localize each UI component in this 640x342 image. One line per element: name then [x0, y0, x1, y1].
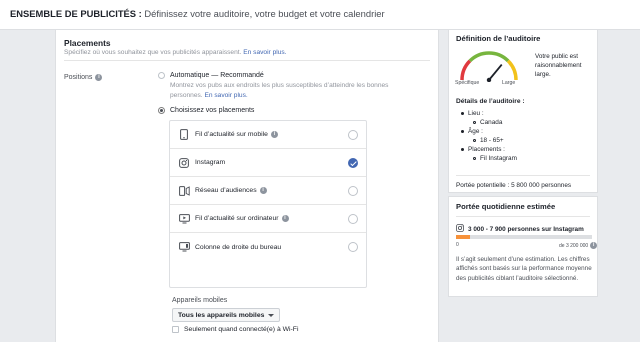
section-divider [64, 60, 430, 61]
location-item: Lieu : [461, 110, 484, 117]
card-divider [456, 175, 590, 176]
info-icon[interactable]: i [590, 242, 598, 249]
learn-more-link[interactable]: En savoir plus. [243, 49, 286, 56]
wifi-label: Seulement quand connecté(e) à Wi-Fi [184, 326, 299, 333]
info-icon[interactable]: i [281, 215, 289, 222]
instagram-icon [178, 157, 190, 169]
age-item: Âge : [461, 128, 483, 135]
automatic-label: Automatique — Recommandé [170, 72, 264, 79]
info-icon[interactable]: i [270, 131, 278, 138]
placement-row-instagram[interactable]: Instagram [170, 149, 366, 177]
right-column-icon [178, 241, 190, 253]
bar-max-label: de 3 200 000 i [559, 242, 598, 249]
placements-subtitle: Spécifiez où vous souhaitez que vos publ… [64, 49, 287, 56]
choose-radio[interactable] [158, 107, 165, 114]
mobile-devices-select[interactable]: Tous les appareils mobiles [172, 308, 281, 322]
placement-checkbox[interactable] [348, 158, 358, 168]
wifi-only-option[interactable]: Seulement quand connecté(e) à Wi-Fi [172, 326, 298, 333]
placement-checkbox[interactable] [348, 186, 358, 196]
potential-reach: Portée potentielle : 5 800 000 personnes [456, 182, 572, 189]
ad-set-label: ENSEMBLE DE PUBLICITÉS : [10, 8, 142, 19]
daily-reach-bar-fill [456, 235, 470, 239]
desktop-icon [178, 213, 190, 225]
wifi-checkbox[interactable] [172, 326, 179, 333]
choose-placements-option[interactable]: Choisissez vos placements [158, 107, 254, 114]
gauge-description: Votre public est raisonnablement large. [535, 53, 582, 78]
info-icon[interactable]: i [259, 187, 267, 194]
placement-checkbox[interactable] [348, 242, 358, 252]
automatic-learn-more-link[interactable]: En savoir plus. [204, 92, 247, 99]
audience-details-title: Détails de l’auditoire : [456, 98, 525, 105]
instagram-icon [456, 224, 464, 234]
estimate-disclaimer: Il s’agit seulement d’une estimation. Le… [456, 256, 592, 282]
age-value: 18 - 65+ [473, 137, 504, 144]
placements-list: Fil d’actualité sur mobile i Instagram R… [169, 120, 367, 288]
positions-label: Positions i [64, 74, 103, 81]
audience-title: Définition de l’auditoire [456, 34, 541, 43]
mobile-devices-label: Appareils mobiles [172, 297, 228, 304]
card-divider [456, 216, 590, 217]
audience-network-icon [178, 185, 190, 197]
placement-label: Colonne de droite du bureau [195, 243, 282, 251]
location-value: Canada [473, 119, 502, 126]
choose-label: Choisissez vos placements [170, 107, 255, 114]
placement-row-mobile-feed[interactable]: Fil d’actualité sur mobile i [170, 121, 366, 149]
placement-label: Instagram [195, 159, 226, 166]
gauge-needle [486, 64, 503, 82]
placement-row-right-column[interactable]: Colonne de droite du bureau [170, 233, 366, 261]
page-header: ENSEMBLE DE PUBLICITÉS : Définissez votr… [0, 0, 640, 30]
automatic-radio[interactable] [158, 72, 165, 79]
placement-label: Fil d’actualité sur ordinateur [195, 215, 279, 222]
bar-min-label: 0 [456, 242, 459, 248]
placement-label: Réseau d’audiences [195, 187, 257, 194]
gauge-specific-label: Spécifique [455, 80, 480, 86]
mobile-icon [178, 129, 190, 141]
placement-checkbox[interactable] [348, 214, 358, 224]
placement-checkbox[interactable] [348, 130, 358, 140]
placements-panel: Placements Spécifiez où vous souhaitez q… [55, 30, 439, 342]
placements-item: Placements : [461, 146, 505, 153]
daily-reach-title: Portée quotidienne estimée [456, 202, 556, 211]
placements-value: Fil Instagram [473, 155, 517, 162]
audience-definition-card: Définition de l’auditoire Votre public e… [448, 29, 598, 193]
ad-set-description: Définissez votre auditoire, votre budget… [141, 8, 385, 19]
automatic-description: Montrez vos pubs aux endroits les plus s… [170, 82, 389, 99]
daily-reach-range: 3 000 - 7 900 personnes sur Instagram [456, 224, 584, 234]
audience-gauge [460, 51, 518, 82]
placement-row-audience-network[interactable]: Réseau d’audiences i [170, 177, 366, 205]
gauge-broad-label: Large [502, 80, 516, 86]
automatic-placements-option[interactable]: Automatique — Recommandé [158, 72, 264, 79]
placement-row-desktop-feed[interactable]: Fil d’actualité sur ordinateur i [170, 205, 366, 233]
chevron-down-icon [268, 313, 275, 317]
placement-label: Fil d’actualité sur mobile [195, 131, 268, 138]
info-icon[interactable]: i [95, 74, 103, 81]
placements-title: Placements [64, 38, 111, 48]
daily-reach-card: Portée quotidienne estimée 3 000 - 7 900… [448, 196, 598, 297]
daily-reach-bar [456, 235, 592, 239]
